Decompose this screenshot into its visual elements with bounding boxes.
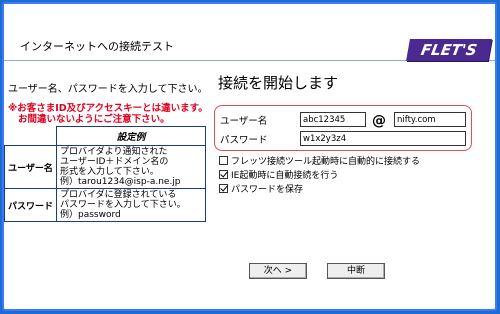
checkbox-box[interactable]: [219, 170, 228, 179]
warning-line-1: ※お客さまID及びアクセスキーとは違います。: [8, 103, 208, 114]
table-row: パスワード プロバイダに登録されている パスワードを入力して下さい。 例）pas…: [3, 188, 206, 222]
at-symbol: @: [372, 113, 386, 129]
flets-logo: FLET'S: [406, 39, 492, 61]
example-header: 設定例: [56, 126, 206, 146]
form-heading: 接続を開始します: [218, 74, 339, 92]
example-text-line: ユーザーID＋ドメイン名の: [60, 157, 169, 167]
example-password-value: プロバイダに登録されている パスワードを入力して下さい。 例）password: [56, 188, 206, 222]
instructions-pane: ユーザー名、パスワードを入力して下さい。 ※お客さまID及びアクセスキーとは違い…: [8, 80, 208, 125]
example-username-label: ユーザー名: [3, 145, 58, 189]
example-password-label: パスワード: [3, 188, 58, 222]
page-title: インターネットへの接続テスト: [20, 40, 174, 53]
example-text-line: 例）password: [60, 210, 121, 220]
header-bar: インターネットへの接続テスト FLET'S: [4, 4, 495, 61]
example-text-line: プロバイダに登録されている: [60, 190, 177, 200]
password-input[interactable]: [300, 131, 466, 146]
example-username-value: プロバイダより通知された ユーザーID＋ドメイン名の 形式を入力して下さい。 例…: [56, 145, 206, 189]
checkbox-auto-connect-tool[interactable]: フレッツ接続ツール起動時に自動的に接続する: [219, 154, 420, 167]
example-table: 設定例 ユーザー名 プロバイダより通知された ユーザーID＋ドメイン名の 形式を…: [3, 126, 206, 222]
username-label: ユーザー名: [220, 116, 268, 127]
example-text-line: 例）tarou1234@isp-a.ne.jp: [60, 177, 181, 187]
cancel-button[interactable]: 中断: [327, 263, 385, 279]
example-text-line: 形式を入力して下さい。: [60, 167, 159, 177]
checkbox-label: パスワードを保存: [231, 185, 304, 195]
table-row: ユーザー名 プロバイダより通知された ユーザーID＋ドメイン名の 形式を入力して…: [3, 145, 206, 189]
password-label: パスワード: [220, 135, 268, 146]
checkbox-box[interactable]: [219, 184, 228, 193]
warning-line-2: お間違いないようにご注意下さい。: [18, 114, 170, 125]
next-button[interactable]: 次へ >: [249, 263, 307, 279]
checkbox-box[interactable]: [219, 156, 228, 165]
checkbox-ie-auto-connect[interactable]: IE起動時に自動接続を行う: [219, 168, 338, 181]
checkbox-label: フレッツ接続ツール起動時に自動的に接続する: [231, 157, 421, 167]
example-text-line: プロバイダより通知された: [60, 147, 168, 157]
username-input[interactable]: [300, 112, 366, 127]
example-text-line: パスワードを入力して下さい。: [60, 200, 186, 210]
checkbox-save-password[interactable]: パスワードを保存: [219, 182, 303, 195]
domain-input[interactable]: [394, 112, 466, 127]
instruction-text: ユーザー名、パスワードを入力して下さい。: [8, 84, 208, 95]
checkbox-label: IE起動時に自動接続を行う: [231, 171, 339, 181]
